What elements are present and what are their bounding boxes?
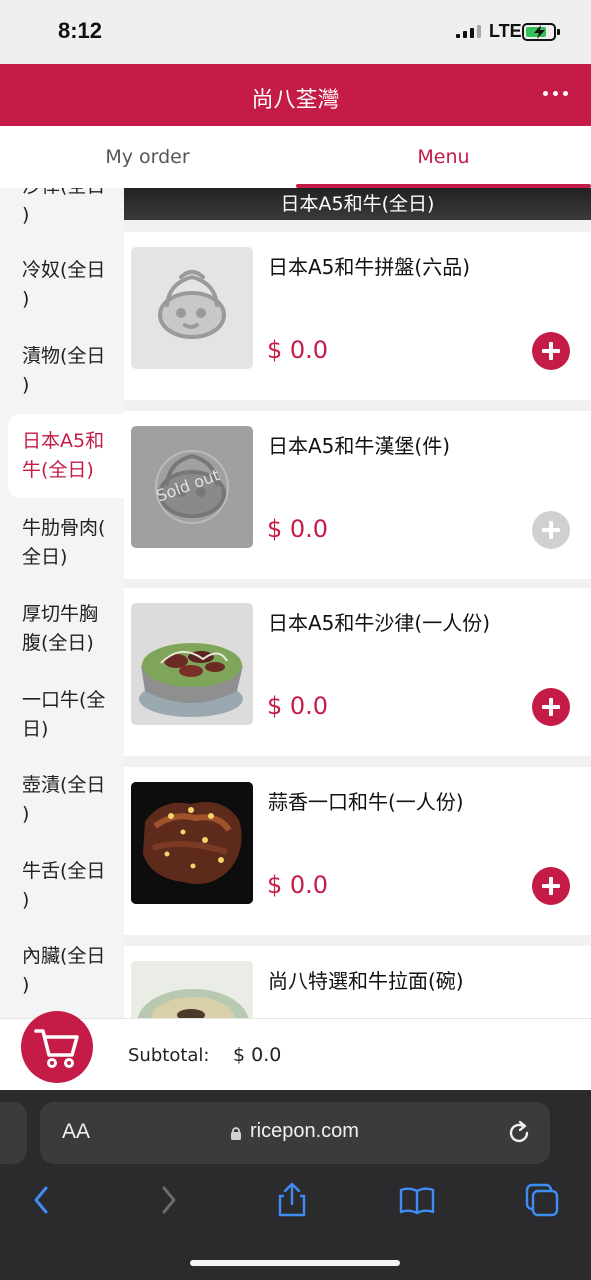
item-name: 日本A5和牛拼盤(六品)	[268, 255, 471, 279]
menu-item-card[interactable]: 日本A5和牛拼盤(六品) $ 0.0	[124, 232, 591, 400]
category-sidebar[interactable]: 沙律(全日) 冷奴(全日) 漬物(全日) 日本A5和牛(全日) 牛肋骨肉( 全日)…	[0, 188, 124, 1018]
category-item-active[interactable]: 日本A5和牛(全日)	[8, 414, 124, 498]
mascot-placeholder-icon	[158, 270, 226, 339]
signal-icon	[456, 25, 481, 38]
network-label: LTE	[489, 21, 522, 41]
category-item[interactable]: 牛舌(全日)	[8, 857, 124, 915]
bookmarks-icon[interactable]	[399, 1182, 435, 1218]
back-icon[interactable]	[24, 1182, 60, 1218]
category-label-line2: 腹(全日)	[22, 632, 94, 654]
item-price: $ 0.0	[267, 515, 329, 543]
category-label-line1: 厚切牛胸	[22, 603, 99, 625]
category-item[interactable]: 壺漬(全日)	[8, 771, 124, 829]
item-price: $ 0.0	[267, 871, 329, 899]
add-to-cart-button[interactable]	[532, 867, 570, 905]
menu-item-card[interactable]: 尚八特選和牛拉面(碗)	[124, 946, 591, 1018]
page-title: 尚八荃灣	[251, 88, 340, 113]
category-item[interactable]: 厚切牛胸腹(全日)	[8, 600, 124, 658]
category-item[interactable]: 一口牛(全日)	[8, 686, 124, 744]
category-item[interactable]: 漬物(全日)	[8, 342, 124, 400]
category-item[interactable]: 沙律(全日)	[8, 188, 124, 230]
category-label-line2: )	[22, 204, 30, 226]
status-time: 8:12	[58, 18, 103, 43]
category-item[interactable]: 牛肋骨肉( 全日)	[8, 514, 124, 572]
add-to-cart-button[interactable]	[532, 688, 570, 726]
item-name: 日本A5和牛沙律(一人份)	[268, 611, 491, 635]
section-header: 日本A5和牛(全日)	[124, 188, 591, 220]
previous-tab-preview[interactable]	[0, 1102, 27, 1164]
category-label-line1: 內臟(全日	[22, 945, 106, 967]
item-image-placeholder	[131, 247, 253, 369]
category-label-line1: 壺漬(全日	[22, 774, 106, 796]
category-label-line1: 日本A5和	[22, 430, 105, 452]
category-label-line2: 牛(全日)	[22, 459, 94, 481]
item-name: 尚八特選和牛拉面(碗)	[268, 969, 464, 993]
category-label-line1: 冷奴(全日	[22, 259, 106, 281]
menu-content[interactable]: 日本A5和牛(全日) 日本A5和牛拼盤(六品) $ 0.0 Sold out 日…	[124, 188, 591, 1018]
category-label-line2: 日)	[22, 718, 49, 740]
category-label-line2: )	[22, 374, 30, 396]
lock-icon	[231, 1127, 241, 1140]
cart-button[interactable]	[21, 1011, 93, 1083]
item-price: $ 0.0	[267, 336, 329, 364]
category-label-line1: 一口牛(全	[22, 689, 106, 711]
category-item[interactable]: 內臟(全日)	[8, 942, 124, 1000]
item-name: 日本A5和牛漢堡(件)	[268, 434, 451, 458]
item-photo	[131, 961, 253, 1018]
item-photo	[131, 603, 253, 725]
category-label-line2: )	[22, 803, 30, 825]
shopping-cart-icon	[34, 1029, 79, 1068]
add-to-cart-button[interactable]	[532, 332, 570, 370]
menu-item-card[interactable]: 日本A5和牛沙律(一人份) $ 0.0	[124, 588, 591, 756]
tab-menu[interactable]: Menu	[296, 126, 591, 188]
category-label-line2: )	[22, 974, 30, 996]
category-label-line2: 全日)	[22, 546, 68, 568]
share-icon[interactable]	[274, 1182, 310, 1218]
subtotal-bar: Subtotal: $ 0.0	[0, 1011, 591, 1090]
tab-my-order-label: My order	[105, 146, 190, 168]
address-bar[interactable]: AA ricepon.com	[40, 1102, 550, 1164]
more-menu-button[interactable]	[540, 84, 570, 104]
category-label-line2: )	[22, 889, 30, 911]
category-label-line1: 漬物(全日	[22, 345, 106, 367]
item-price: $ 0.0	[267, 692, 329, 720]
subtotal-label: Subtotal:	[128, 1045, 210, 1066]
garlic-beef-photo-icon	[131, 782, 253, 904]
item-image-placeholder: Sold out	[131, 426, 253, 548]
app-header: 尚八荃灣	[0, 64, 591, 126]
item-name: 蒜香一口和牛(一人份)	[268, 790, 464, 814]
menu-item-card[interactable]: 蒜香一口和牛(一人份) $ 0.0	[124, 767, 591, 935]
subtotal-value: $ 0.0	[233, 1044, 282, 1066]
reload-icon[interactable]	[506, 1120, 532, 1146]
beef-salad-photo-icon	[131, 603, 253, 725]
category-label-line1: 沙律(全日	[22, 188, 124, 201]
tab-bar: My order Menu	[0, 126, 591, 188]
tab-menu-label: Menu	[417, 146, 470, 168]
menu-item-card-sold-out[interactable]: Sold out 日本A5和牛漢堡(件) $ 0.0	[124, 411, 591, 579]
reader-settings-button[interactable]: AA	[62, 1120, 90, 1144]
url-text: ricepon.com	[250, 1120, 359, 1142]
tabs-icon[interactable]	[524, 1182, 560, 1218]
category-item[interactable]: 冷奴(全日)	[8, 256, 124, 314]
forward-icon[interactable]	[150, 1182, 186, 1218]
category-label-line2: )	[22, 288, 30, 310]
status-bar: 8:12 LTE	[0, 0, 591, 64]
ramen-photo-icon	[131, 961, 253, 1018]
home-indicator	[190, 1260, 400, 1266]
category-label-line1: 牛舌(全日	[22, 860, 106, 882]
add-to-cart-button-disabled	[532, 511, 570, 549]
item-photo	[131, 782, 253, 904]
battery-charging-icon	[522, 23, 560, 41]
browser-toolbar: AA ricepon.com	[0, 1090, 591, 1280]
tab-my-order[interactable]: My order	[0, 126, 295, 188]
category-label-line1: 牛肋骨肉(	[22, 517, 106, 539]
